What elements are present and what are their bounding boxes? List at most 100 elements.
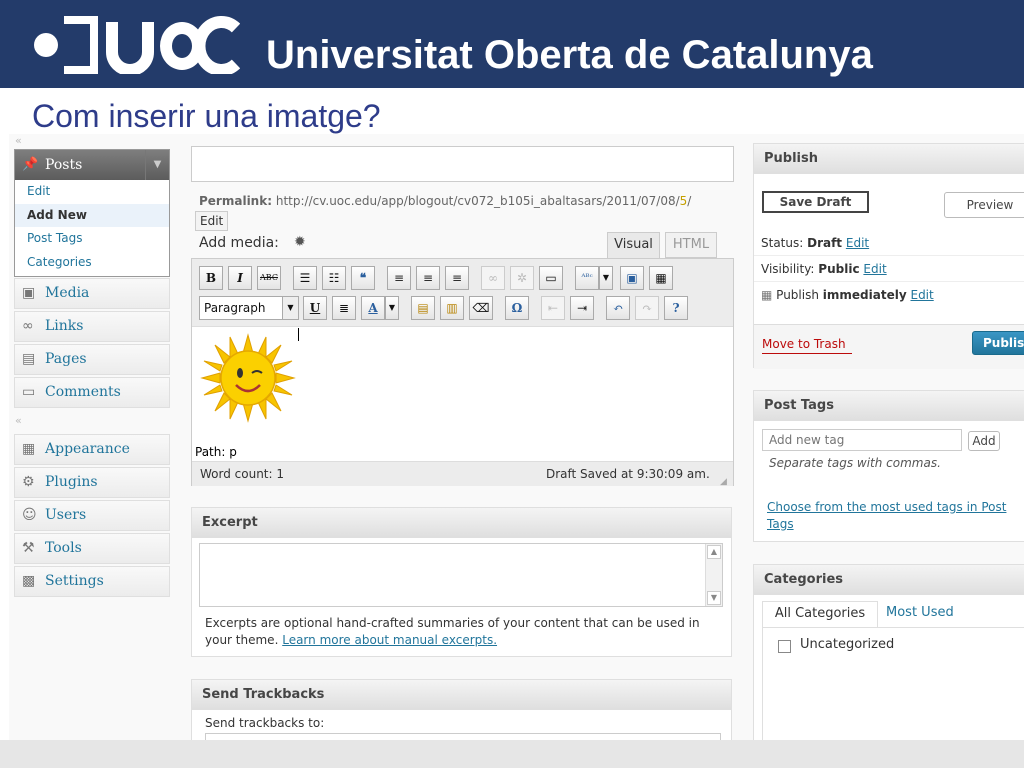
visibility-edit-link[interactable]: Edit bbox=[863, 262, 886, 276]
excerpt-textarea[interactable]: ▲ ▼ bbox=[199, 543, 723, 607]
strikethrough-icon[interactable]: ABC bbox=[257, 266, 281, 290]
kitchen-sink-icon[interactable]: ▦ bbox=[649, 266, 673, 290]
editor-status-bar: Word count: 1 Draft Saved at 9:30:09 am.… bbox=[192, 461, 733, 487]
tools-icon: ⚒ bbox=[22, 540, 35, 556]
plugin-icon: ⚙ bbox=[22, 474, 35, 490]
choose-tags-link-line1[interactable]: Choose from the most used tags in Post bbox=[767, 500, 1006, 514]
menu-pages-label: Pages bbox=[45, 351, 87, 367]
outdent-icon[interactable]: ⇤ bbox=[541, 296, 565, 320]
menu-pages[interactable]: ▤ Pages bbox=[14, 344, 170, 375]
menu-links[interactable]: ∞ Links bbox=[14, 311, 170, 342]
publish-box: Publish Save Draft Preview Status: Draft… bbox=[753, 143, 1024, 369]
schedule-edit-link[interactable]: Edit bbox=[910, 288, 933, 302]
sun-image[interactable] bbox=[200, 333, 296, 423]
choose-tags-link-line2[interactable]: Tags bbox=[767, 517, 794, 531]
trackbacks-label: Send trackbacks to: bbox=[205, 716, 325, 730]
trackbacks-title[interactable]: Send Trackbacks bbox=[192, 680, 731, 710]
submenu-post-tags[interactable]: Post Tags bbox=[15, 227, 169, 251]
paste-word-icon[interactable]: ▥ bbox=[440, 296, 464, 320]
fullscreen-icon[interactable]: ▣ bbox=[620, 266, 644, 290]
post-title-input[interactable] bbox=[191, 146, 734, 182]
edit-permalink-button[interactable]: Edit bbox=[195, 211, 229, 231]
format-select[interactable]: Paragraph ▼ bbox=[199, 296, 299, 320]
text-color-dropdown-icon[interactable]: ▼ bbox=[385, 296, 399, 320]
eraser-icon[interactable]: ⌫ bbox=[469, 296, 493, 320]
underline-icon[interactable]: U bbox=[303, 296, 327, 320]
media-icon: ▣ bbox=[22, 285, 36, 301]
paste-text-icon[interactable]: ▤ bbox=[411, 296, 435, 320]
add-tag-input[interactable] bbox=[762, 429, 962, 451]
users-icon: ☺ bbox=[22, 507, 37, 523]
collapse-arrow-icon[interactable]: « bbox=[15, 134, 22, 147]
spellcheck-icon[interactable]: ᴬᴮᶜ bbox=[575, 266, 599, 290]
collapse-arrow-icon[interactable]: « bbox=[15, 414, 22, 427]
menu-tools[interactable]: ⚒ Tools bbox=[14, 533, 170, 564]
menu-tools-label: Tools bbox=[45, 540, 82, 556]
text-color-icon[interactable]: A bbox=[361, 296, 385, 320]
visibility-label: Visibility: bbox=[761, 262, 815, 276]
bullet-list-icon[interactable]: ☰ bbox=[293, 266, 317, 290]
special-char-icon[interactable]: Ω bbox=[505, 296, 529, 320]
tab-visual[interactable]: Visual bbox=[607, 232, 660, 258]
resize-handle-icon[interactable]: ◢ bbox=[720, 470, 727, 494]
menu-settings[interactable]: ▩ Settings bbox=[14, 566, 170, 597]
submenu-edit[interactable]: Edit bbox=[15, 180, 169, 204]
slide-title: Com inserir una imatge? bbox=[32, 98, 381, 134]
trackbacks-input[interactable] bbox=[205, 733, 721, 740]
publish-title[interactable]: Publish bbox=[754, 144, 1024, 174]
indent-icon[interactable]: ⇥ bbox=[570, 296, 594, 320]
excerpt-title[interactable]: Excerpt bbox=[192, 508, 731, 538]
tab-most-used[interactable]: Most Used bbox=[886, 601, 986, 627]
menu-plugins[interactable]: ⚙ Plugins bbox=[14, 467, 170, 498]
menu-appearance[interactable]: ▦ Appearance bbox=[14, 434, 170, 465]
chevron-down-icon: ▼ bbox=[282, 297, 298, 319]
choose-tags-link[interactable]: Choose from the most used tags in Post T… bbox=[767, 499, 1024, 533]
align-center-icon[interactable]: ≡ bbox=[416, 266, 440, 290]
editor-toolbar: B I ABC ☰ ☷ ❝ ≡ ≡ ≡ ∞ ✲ ▭ ᴬᴮᶜ ▼ ▣ ▦ Para… bbox=[192, 259, 733, 327]
bold-icon[interactable]: B bbox=[199, 266, 223, 290]
preview-button[interactable]: Preview bbox=[944, 192, 1024, 218]
redo-icon[interactable]: ↷ bbox=[635, 296, 659, 320]
submenu-categories[interactable]: Categories bbox=[15, 251, 169, 275]
tab-html[interactable]: HTML bbox=[665, 232, 717, 258]
menu-users[interactable]: ☺ Users bbox=[14, 500, 170, 531]
submenu-add-new[interactable]: Add New bbox=[15, 203, 169, 227]
scroll-down-icon[interactable]: ▼ bbox=[707, 591, 721, 605]
blockquote-icon[interactable]: ❝ bbox=[351, 266, 375, 290]
status-edit-link[interactable]: Edit bbox=[846, 236, 869, 250]
post-tags-box: Post Tags Add Separate tags with commas.… bbox=[753, 390, 1024, 542]
menu-posts[interactable]: 📌 Posts ▼ bbox=[15, 150, 169, 180]
align-left-icon[interactable]: ≡ bbox=[387, 266, 411, 290]
numbered-list-icon[interactable]: ☷ bbox=[322, 266, 346, 290]
link-icon[interactable]: ∞ bbox=[481, 266, 505, 290]
uncategorized-checkbox[interactable] bbox=[778, 640, 791, 653]
spellcheck-dropdown-icon[interactable]: ▼ bbox=[599, 266, 613, 290]
schedule-value: immediately bbox=[822, 288, 907, 302]
align-right-icon[interactable]: ≡ bbox=[445, 266, 469, 290]
schedule-row: ▦ Publish immediately Edit bbox=[754, 282, 1024, 308]
chevron-down-icon[interactable]: ▼ bbox=[145, 150, 169, 180]
scroll-up-icon[interactable]: ▲ bbox=[707, 545, 721, 559]
scrollbar[interactable]: ▲ ▼ bbox=[705, 544, 722, 606]
add-media-icon[interactable]: ✹ bbox=[294, 234, 306, 250]
add-tag-button[interactable]: Add bbox=[968, 431, 1000, 451]
save-draft-button[interactable]: Save Draft bbox=[762, 191, 869, 213]
justify-icon[interactable]: ≣ bbox=[332, 296, 356, 320]
editor-content[interactable] bbox=[192, 327, 733, 443]
tags-hint: Separate tags with commas. bbox=[769, 456, 941, 470]
help-icon[interactable]: ? bbox=[664, 296, 688, 320]
italic-icon[interactable]: I bbox=[228, 266, 252, 290]
appearance-icon: ▦ bbox=[22, 441, 36, 457]
move-to-trash-link[interactable]: Move to Trash bbox=[762, 337, 852, 354]
tab-all-categories[interactable]: All Categories bbox=[762, 601, 878, 627]
publish-button[interactable]: Publis bbox=[972, 331, 1024, 355]
undo-icon[interactable]: ↶ bbox=[606, 296, 630, 320]
excerpt-learn-more-link[interactable]: Learn more about manual excerpts. bbox=[282, 633, 497, 647]
post-tags-title[interactable]: Post Tags bbox=[754, 391, 1024, 421]
menu-links-label: Links bbox=[45, 318, 84, 334]
menu-comments[interactable]: ▭ Comments bbox=[14, 377, 170, 408]
menu-media[interactable]: ▣ Media bbox=[14, 278, 170, 309]
categories-title[interactable]: Categories bbox=[754, 565, 1024, 595]
more-tag-icon[interactable]: ▭ bbox=[539, 266, 563, 290]
unlink-icon[interactable]: ✲ bbox=[510, 266, 534, 290]
